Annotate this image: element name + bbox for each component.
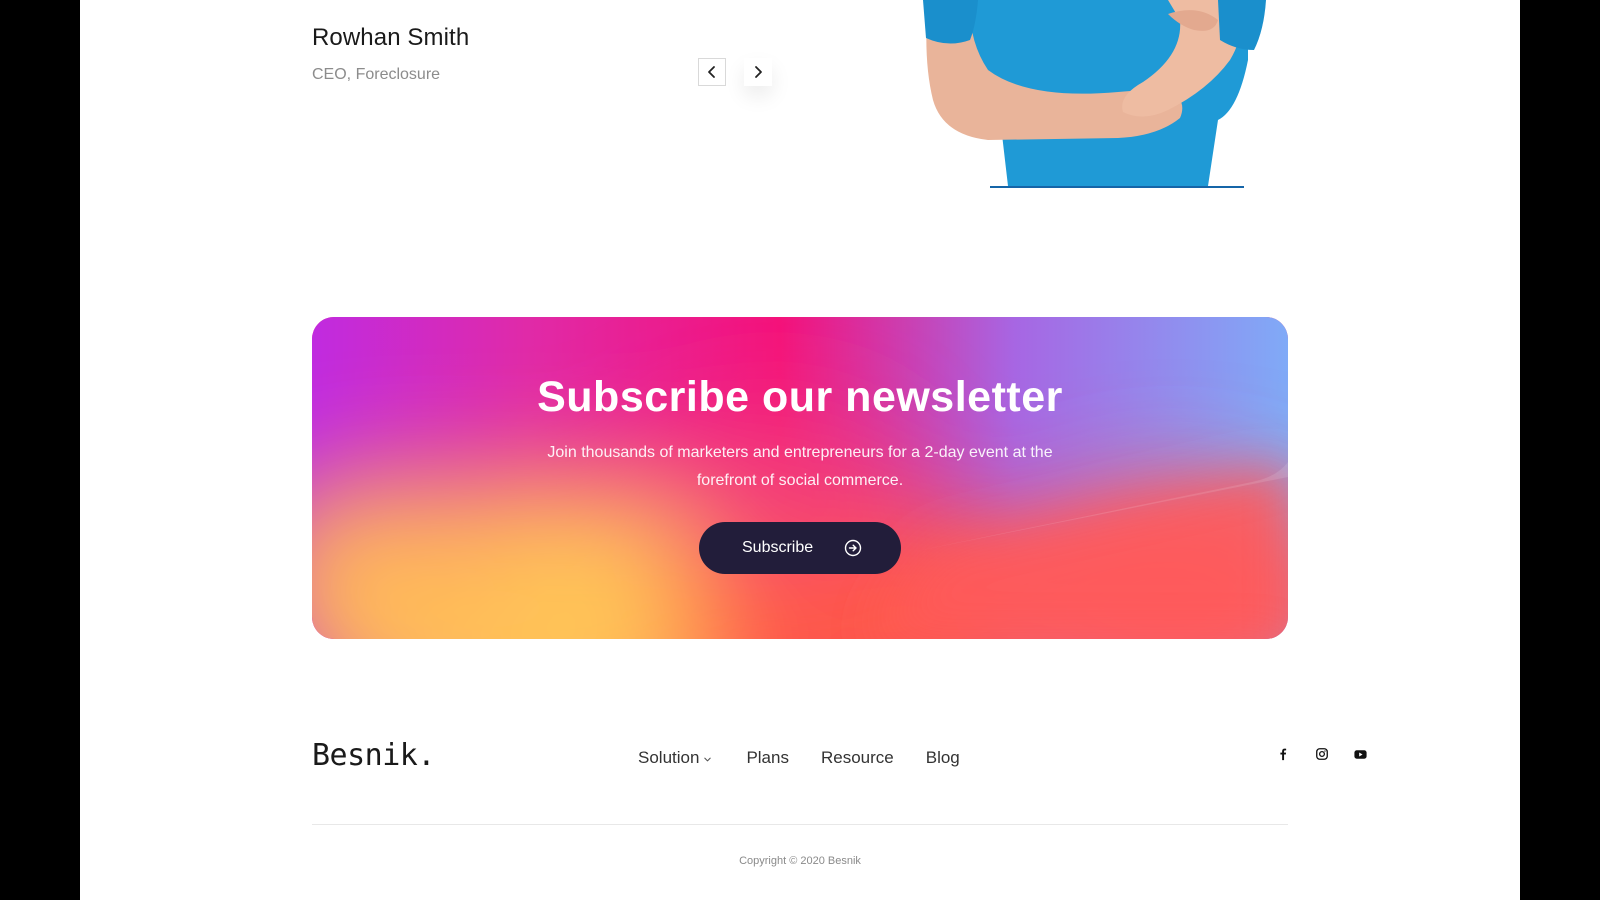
testimonial-name: Rowhan Smith (312, 24, 470, 51)
footer-nav-solution[interactable]: Solution (638, 748, 712, 768)
portrait-underline (990, 186, 1244, 188)
chevron-right-icon (755, 66, 762, 78)
instagram-icon (1316, 748, 1328, 760)
chevron-left-icon (708, 66, 715, 78)
footer-nav-label: Plans (746, 748, 789, 767)
testimonial-next-button[interactable] (744, 58, 772, 86)
facebook-link[interactable] (1275, 746, 1291, 762)
footer-nav-plans[interactable]: Plans (746, 748, 789, 768)
newsletter-description: Join thousands of marketers and entrepre… (547, 444, 1053, 489)
subscribe-button-label: Subscribe (742, 539, 814, 556)
footer-nav-label: Solution (638, 748, 700, 767)
arrow-right-circle-icon (844, 539, 862, 557)
youtube-link[interactable] (1352, 746, 1368, 762)
footer-nav-label: Blog (925, 748, 960, 767)
footer-nav-blog[interactable]: Blog (926, 748, 960, 768)
subscribe-button[interactable]: Subscribe (699, 522, 901, 574)
footer-nav-label: Resource (820, 748, 894, 767)
testimonial-role: CEO, Foreclosure (312, 66, 441, 83)
page-viewport: Rowhan Smith CEO, Foreclosure Subscribe … (80, 0, 1520, 900)
chevron-down-icon (704, 757, 712, 761)
facebook-icon (1280, 748, 1287, 761)
youtube-icon (1353, 749, 1367, 759)
copyright-text: Copyright © 2020 Besnik (739, 855, 861, 867)
newsletter-title: Subscribe our newsletter (537, 373, 1063, 421)
newsletter-card: Subscribe our newsletter Join thousands … (312, 317, 1288, 639)
brand-logo[interactable]: Besnik. (312, 738, 435, 773)
footer-divider (312, 824, 1288, 825)
testimonial-prev-button[interactable] (698, 58, 726, 86)
instagram-link[interactable] (1314, 746, 1330, 762)
footer-nav-resource[interactable]: Resource (821, 748, 894, 768)
footer-nav: Solution Plans Resource Blog (638, 748, 992, 768)
testimonial-portrait (923, 0, 1266, 186)
